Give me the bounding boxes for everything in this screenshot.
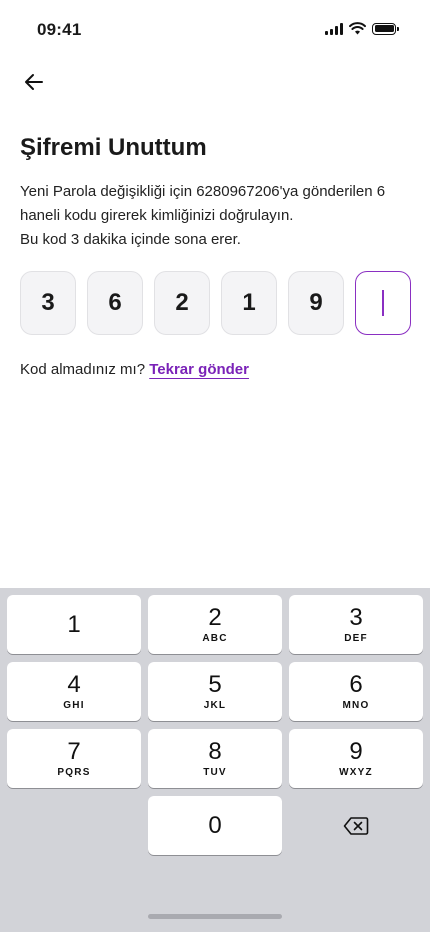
key-digit: 6 — [349, 671, 363, 698]
resend-row: Kod almadınız mı? Tekrar gönder — [20, 361, 249, 378]
battery-icon — [372, 22, 399, 35]
otp-digit-box[interactable]: 9 — [288, 271, 344, 335]
home-indicator[interactable] — [148, 914, 282, 919]
key-4[interactable]: 4 GHI — [7, 662, 141, 721]
key-7[interactable]: 7 PQRS — [7, 729, 141, 788]
wifi-icon — [349, 22, 366, 35]
otp-digit-box[interactable]: 1 — [221, 271, 277, 335]
status-time: 09:41 — [37, 20, 82, 39]
resend-prompt: Kod almadınız mı? — [20, 361, 146, 378]
key-3[interactable]: 3 DEF — [289, 595, 423, 654]
key-letters: JKL — [203, 700, 227, 711]
status-bar: 09:41 — [0, 0, 430, 58]
description: Yeni Parola değişikliği için 6280967206'… — [20, 180, 412, 252]
text-cursor — [382, 290, 384, 316]
key-8[interactable]: 8 TUV — [148, 729, 282, 788]
otp-digit-box[interactable]: 2 — [154, 271, 210, 335]
key-digit: 3 — [349, 604, 363, 631]
key-letters: DEF — [344, 633, 368, 644]
key-digit: 4 — [67, 671, 81, 698]
otp-digit-box[interactable]: 3 — [20, 271, 76, 335]
otp-digit-box-active[interactable] — [355, 271, 411, 335]
cellular-signal-icon — [325, 22, 343, 35]
key-digit: 0 — [208, 811, 222, 839]
key-6[interactable]: 6 MNO — [289, 662, 423, 721]
otp-digit-box[interactable]: 6 — [87, 271, 143, 335]
delete-key[interactable] — [289, 796, 423, 855]
key-2[interactable]: 2 ABC — [148, 595, 282, 654]
description-text: Yeni Parola değişikliği için 6280967206'… — [20, 183, 386, 224]
numeric-keypad: 1 2 ABC 3 DEF 4 GHI 5 JKL 6 MNO 7 PQRS 8… — [0, 588, 430, 932]
key-letters: PQRS — [57, 767, 91, 778]
expiry-text: Bu kod 3 dakika içinde sona erer. — [20, 231, 241, 248]
key-letters: MNO — [342, 700, 370, 711]
key-empty — [7, 796, 141, 855]
backspace-icon — [343, 816, 369, 835]
key-digit: 9 — [349, 738, 363, 765]
key-digit: 8 — [208, 738, 222, 765]
resend-link[interactable]: Tekrar gönder — [149, 361, 249, 378]
key-letters: WXYZ — [339, 767, 373, 778]
key-letters: GHI — [63, 700, 85, 711]
status-icons — [325, 22, 399, 35]
page-title: Şifremi Unuttum — [20, 134, 207, 161]
key-0[interactable]: 0 — [148, 796, 282, 855]
key-digit: 7 — [67, 738, 81, 765]
arrow-left-icon — [25, 74, 43, 90]
back-button[interactable] — [18, 66, 50, 98]
key-9[interactable]: 9 WXYZ — [289, 729, 423, 788]
otp-input-group: 3 6 2 1 9 — [20, 271, 411, 335]
key-letters: TUV — [203, 767, 227, 778]
key-letters: ABC — [202, 633, 228, 644]
key-digit: 5 — [208, 671, 222, 698]
key-digit: 2 — [208, 604, 222, 631]
key-digit: 1 — [67, 610, 81, 638]
key-1[interactable]: 1 — [7, 595, 141, 654]
key-5[interactable]: 5 JKL — [148, 662, 282, 721]
